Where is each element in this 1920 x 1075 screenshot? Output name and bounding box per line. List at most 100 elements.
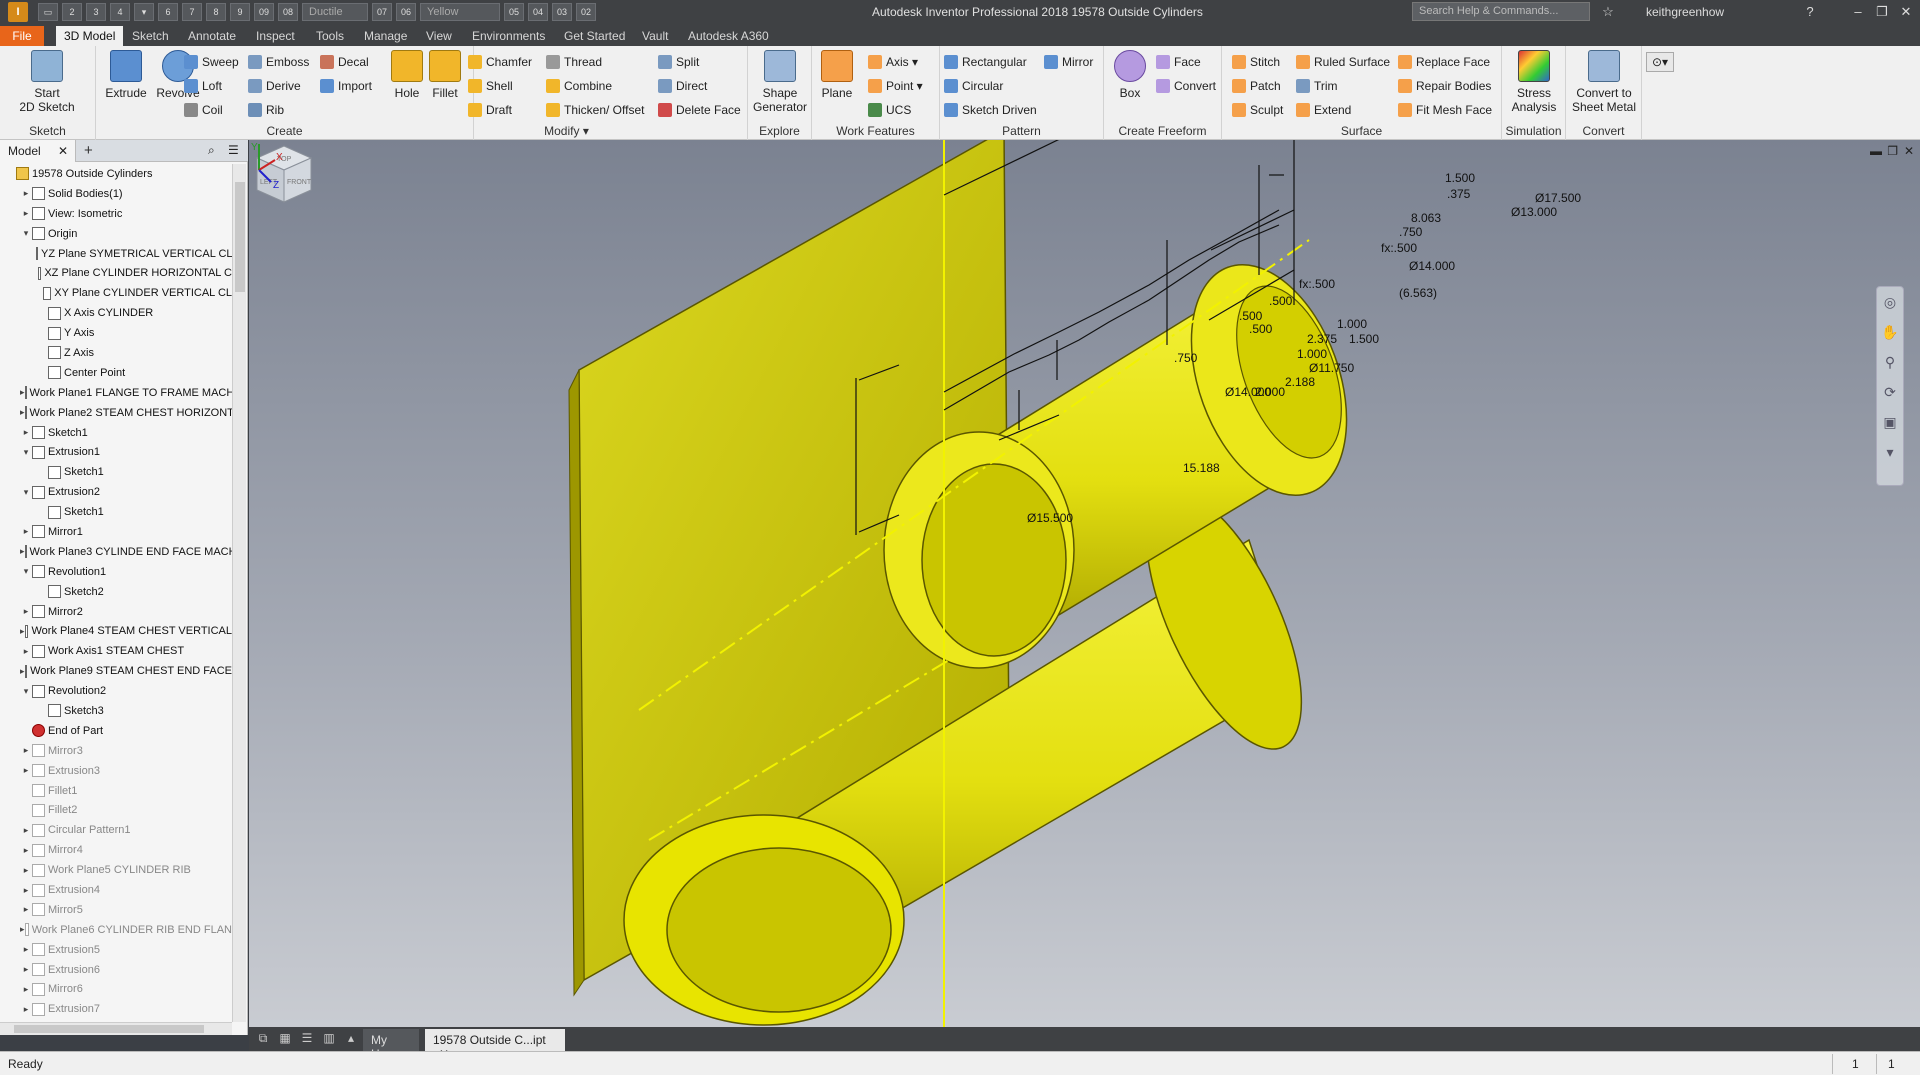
tree-item[interactable]: XZ Plane CYLINDER HORIZONTAL C: [0, 263, 232, 283]
tree-item[interactable]: Z Axis: [0, 343, 232, 363]
qat-key-06[interactable]: 06: [396, 3, 416, 21]
material-dropdown[interactable]: Ductile: [302, 3, 368, 21]
expand-toggle-icon[interactable]: ▸: [20, 745, 32, 756]
expand-toggle-icon[interactable]: ▸: [20, 606, 32, 617]
expand-toggle-icon[interactable]: ▸: [20, 427, 32, 438]
expand-toggle-icon[interactable]: ▸: [20, 1004, 32, 1015]
expand-toggle-icon[interactable]: ▸: [20, 984, 32, 995]
expand-toggle-icon[interactable]: ▸: [20, 765, 32, 776]
delete-face-button[interactable]: Delete Face: [658, 100, 741, 120]
rib-button[interactable]: Rib: [248, 100, 284, 120]
thicken-offset-button[interactable]: Thicken/ Offset: [546, 100, 644, 120]
dim-d13000[interactable]: Ø13.000: [1511, 205, 1557, 219]
dim-fx-500-mid[interactable]: fx:.500: [1299, 277, 1335, 291]
dim-500-a[interactable]: .500: [1269, 294, 1293, 308]
repair-bodies-button[interactable]: Repair Bodies: [1398, 76, 1491, 96]
viewport-restore-icon[interactable]: ❐: [1887, 144, 1898, 158]
tree-item[interactable]: Fillet1: [0, 781, 232, 801]
dim-2188[interactable]: 2.188: [1285, 375, 1315, 389]
extend-button[interactable]: Extend: [1296, 100, 1351, 120]
orbit-icon[interactable]: ⟳: [1877, 377, 1903, 407]
tree-item[interactable]: XY Plane CYLINDER VERTICAL CL: [0, 283, 232, 303]
draft-button[interactable]: Draft: [468, 100, 512, 120]
qat-key-03[interactable]: 03: [552, 3, 572, 21]
new-file-icon[interactable]: ▭: [38, 3, 58, 21]
dim-500-b[interactable]: .500: [1239, 309, 1263, 323]
extrude-button[interactable]: Extrude: [100, 50, 152, 100]
dim-1000-a[interactable]: 1.000: [1337, 317, 1367, 331]
qat-key-7[interactable]: 7: [182, 3, 202, 21]
tree-item[interactable]: ▸ Work Plane4 STEAM CHEST VERTICAL: [0, 621, 232, 641]
steering-wheel-icon[interactable]: ◎: [1877, 287, 1903, 317]
tree-item[interactable]: ▾ Revolution1: [0, 562, 232, 582]
fit-mesh-face-button[interactable]: Fit Mesh Face: [1398, 100, 1492, 120]
sculpt-button[interactable]: Sculpt: [1232, 100, 1283, 120]
expand-toggle-icon[interactable]: ▸: [20, 188, 32, 199]
tree-item[interactable]: End of Part: [0, 721, 232, 741]
plane-button[interactable]: Plane: [814, 50, 860, 100]
tree-item[interactable]: ▸ Work Plane6 CYLINDER RIB END FLAN: [0, 920, 232, 940]
chamfer-button[interactable]: Chamfer: [468, 52, 532, 72]
tab-manage[interactable]: Manage: [356, 26, 415, 46]
tree-item[interactable]: 19578 Outside Cylinders: [0, 164, 232, 184]
help-icon[interactable]: ?: [1798, 3, 1822, 21]
tree-item[interactable]: ▸ Sketch1: [0, 423, 232, 443]
tree-item[interactable]: Sketch2: [0, 582, 232, 602]
qat-key-6[interactable]: 6: [158, 3, 178, 21]
tree-item[interactable]: ▾ Extrusion1: [0, 442, 232, 462]
tree-item[interactable]: ▾ Revolution2: [0, 681, 232, 701]
expand-toggle-icon[interactable]: ▸: [20, 944, 32, 955]
tree-item[interactable]: ▸ Work Plane1 FLANGE TO FRAME MACH: [0, 383, 232, 403]
tree-item[interactable]: Center Point: [0, 363, 232, 383]
tab-inspect[interactable]: Inspect: [248, 26, 303, 46]
appearance-dropdown[interactable]: Yellow: [420, 3, 500, 21]
viewport-close-icon[interactable]: ✕: [1904, 144, 1914, 158]
close-icon[interactable]: ✕: [58, 144, 68, 158]
scroll-thumb[interactable]: [14, 1025, 204, 1033]
minimize-icon[interactable]: –: [1846, 3, 1870, 21]
rectangular-pattern-button[interactable]: Rectangular: [944, 52, 1027, 72]
replace-face-button[interactable]: Replace Face: [1398, 52, 1490, 72]
qat-key-07[interactable]: 07: [372, 3, 392, 21]
tree-item[interactable]: ▸ Extrusion6: [0, 960, 232, 980]
cascade-windows-icon[interactable]: ⧉: [255, 1031, 271, 1047]
convert-to-sheet-metal-button[interactable]: Convert to Sheet Metal: [1568, 50, 1640, 114]
qat-key-9[interactable]: 9: [230, 3, 250, 21]
dim-500-c[interactable]: .500: [1249, 322, 1273, 336]
tree-item[interactable]: ▸ Work Axis1 STEAM CHEST: [0, 641, 232, 661]
tree-item[interactable]: ▸ Extrusion4: [0, 880, 232, 900]
tab-3d-model[interactable]: 3D Model: [56, 26, 124, 46]
tree-item[interactable]: ▸ Extrusion7: [0, 999, 232, 1019]
sketch-driven-pattern-button[interactable]: Sketch Driven: [944, 100, 1037, 120]
menu-icon[interactable]: ☰: [228, 143, 239, 157]
ribbon-options-dropdown[interactable]: ⊙▾: [1646, 52, 1674, 72]
dim-1500-mid[interactable]: 1.500: [1349, 332, 1379, 346]
dim-6563[interactable]: (6.563): [1399, 286, 1437, 300]
loft-button[interactable]: Loft: [184, 76, 222, 96]
tree-item[interactable]: Sketch3: [0, 701, 232, 721]
shell-button[interactable]: Shell: [468, 76, 513, 96]
hole-button[interactable]: Hole: [386, 50, 428, 100]
dim-2375[interactable]: 2.375: [1307, 332, 1337, 346]
expand-toggle-icon[interactable]: ▾: [20, 447, 32, 458]
tree-item[interactable]: ▸ Mirror1: [0, 522, 232, 542]
expand-toggle-icon[interactable]: ▸: [20, 964, 32, 975]
dim-15188[interactable]: 15.188: [1183, 461, 1220, 475]
expand-toggle-icon[interactable]: ▾: [20, 228, 32, 239]
expand-toggle-icon[interactable]: ▾: [20, 566, 32, 577]
tree-item[interactable]: X Axis CYLINDER: [0, 303, 232, 323]
qat-key-4[interactable]: 4: [110, 3, 130, 21]
expand-toggle-icon[interactable]: ▸: [20, 646, 32, 657]
ruled-surface-button[interactable]: Ruled Surface: [1296, 52, 1390, 72]
tab-annotate[interactable]: Annotate: [180, 26, 244, 46]
graphics-viewport[interactable]: 1.500 .375 Ø17.500 Ø13.000 8.063 .750 fx…: [249, 140, 1920, 1027]
tab-environments[interactable]: Environments: [464, 26, 553, 46]
tree-item[interactable]: ▸ Mirror3: [0, 741, 232, 761]
decal-button[interactable]: Decal: [320, 52, 369, 72]
qat-key-08[interactable]: 08: [278, 3, 298, 21]
patch-button[interactable]: Patch: [1232, 76, 1281, 96]
qat-key-09[interactable]: 09: [254, 3, 274, 21]
expand-toggle-icon[interactable]: ▸: [20, 526, 32, 537]
tree-item[interactable]: ▸ Solid Bodies(1): [0, 184, 232, 204]
tree-item[interactable]: ▾ Origin: [0, 224, 232, 244]
